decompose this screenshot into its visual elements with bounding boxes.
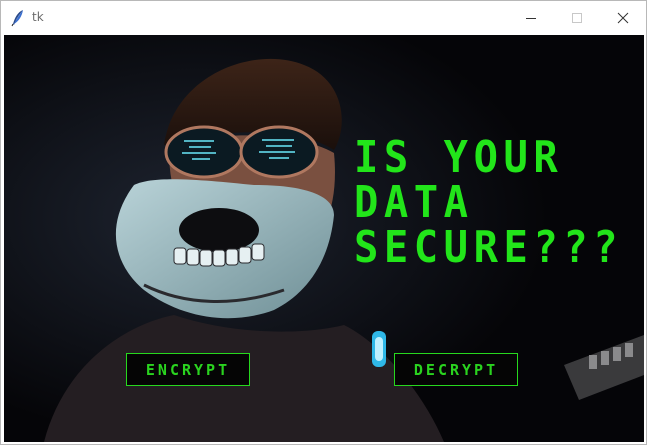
feather-icon [11, 10, 23, 27]
main-canvas: IS YOUR DATA SECURE??? ENCRYPT DECRYPT [4, 35, 644, 442]
minimize-button[interactable] [508, 1, 554, 34]
headline: IS YOUR DATA SECURE??? [354, 135, 623, 270]
headline-line-1: IS YOUR [354, 132, 564, 183]
close-button[interactable] [600, 1, 646, 34]
title-bar[interactable]: tk [1, 1, 646, 34]
headline-line-3: SECURE??? [354, 222, 624, 273]
maximize-button[interactable] [554, 1, 600, 34]
headline-line-2: DATA [354, 177, 474, 228]
decrypt-button[interactable]: DECRYPT [394, 353, 518, 386]
close-icon [617, 12, 629, 24]
encrypt-button[interactable]: ENCRYPT [126, 353, 250, 386]
window-title: tk [32, 10, 44, 24]
maximize-icon [572, 13, 582, 23]
minimize-icon [526, 18, 536, 19]
app-window: tk IS YOUR DATA SECURE??? ENCRYPT DECRYP… [0, 0, 647, 445]
